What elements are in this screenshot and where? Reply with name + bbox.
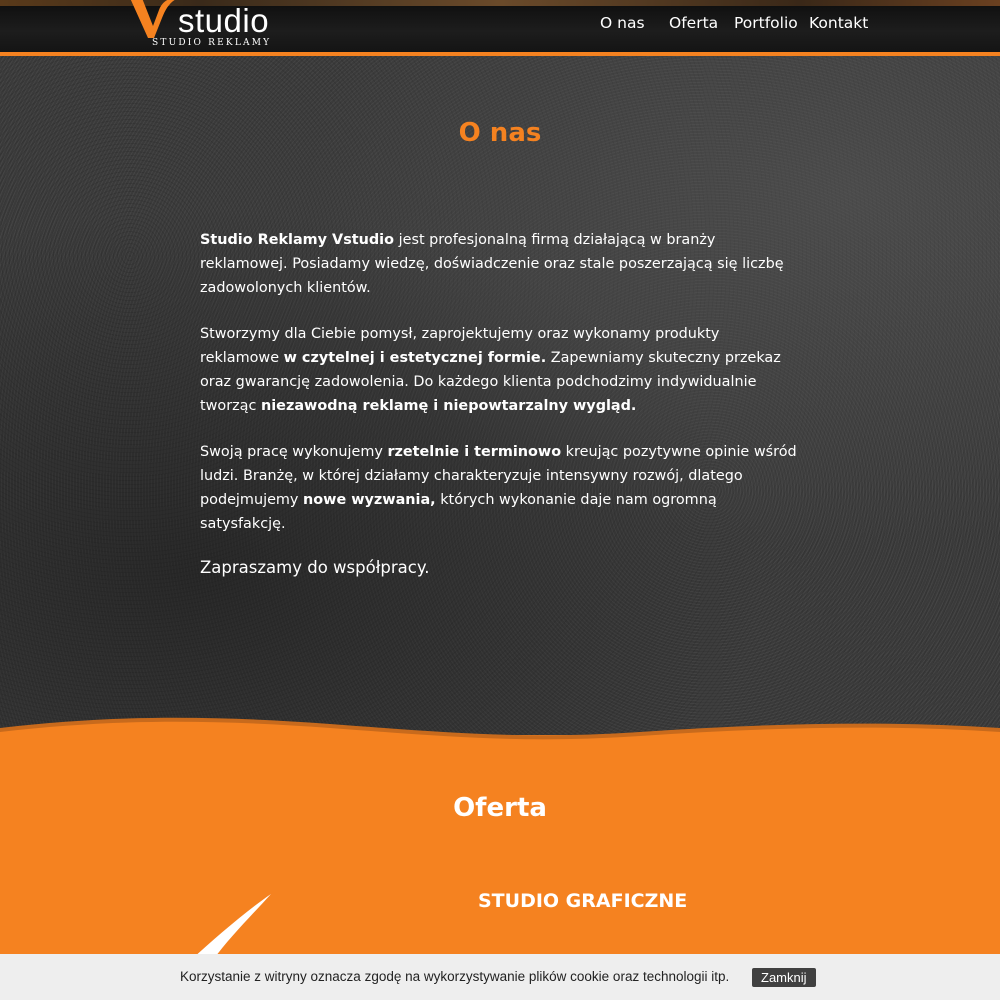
nav-link-kontakt[interactable]: Kontakt <box>809 14 868 32</box>
about-p3-bold-2: nowe wyzwania, <box>303 492 436 508</box>
cookie-bar: Korzystanie z witryny oznacza zgodę na w… <box>0 954 1000 1000</box>
about-p2-bold-2: niezawodną reklamę i niepowtarzalny wygl… <box>261 398 637 414</box>
nav-link-o-nas[interactable]: O nas <box>600 14 645 32</box>
about-text: Studio Reklamy Vstudio jest profesjonaln… <box>200 228 800 602</box>
about-p1-bold: Studio Reklamy Vstudio <box>200 232 395 248</box>
about-p2-bold-1: w czytelnej i estetycznej formie. <box>283 350 547 366</box>
about-section: O nas Studio Reklamy Vstudio jest profes… <box>0 56 1000 746</box>
about-p3-text-1: Swoją pracę wykonujemy <box>200 444 388 460</box>
about-paragraph-3: Swoją pracę wykonujemy rzetelnie i termi… <box>200 440 800 536</box>
nav-link-portfolio[interactable]: Portfolio <box>734 14 798 32</box>
offer-title: Oferta <box>453 793 547 823</box>
nav-link-oferta[interactable]: Oferta <box>669 14 718 32</box>
site-header: studio STUDIO REKLAMY O nas Oferta Portf… <box>0 0 1000 52</box>
about-p3-bold-1: rzetelnie i terminowo <box>387 444 562 460</box>
header-accent-line <box>0 52 1000 56</box>
brush-icon <box>191 894 271 960</box>
about-paragraph-2: Stworzymy dla Ciebie pomysł, zaprojektuj… <box>200 322 800 418</box>
cookie-text: Korzystanie z witryny oznacza zgodę na w… <box>180 969 730 984</box>
about-invite: Zapraszamy do współpracy. <box>200 558 430 577</box>
about-title: O nas <box>458 118 542 148</box>
main-nav: O nas Oferta Portfolio Kontakt <box>0 14 1000 38</box>
wave-divider <box>0 717 1000 760</box>
offer-subtitle: STUDIO GRAFICZNE <box>478 890 688 912</box>
cookie-close-button[interactable]: Zamknij <box>752 968 816 987</box>
about-paragraph-1: Studio Reklamy Vstudio jest profesjonaln… <box>200 228 800 300</box>
logo-subtitle: STUDIO REKLAMY <box>152 38 272 48</box>
